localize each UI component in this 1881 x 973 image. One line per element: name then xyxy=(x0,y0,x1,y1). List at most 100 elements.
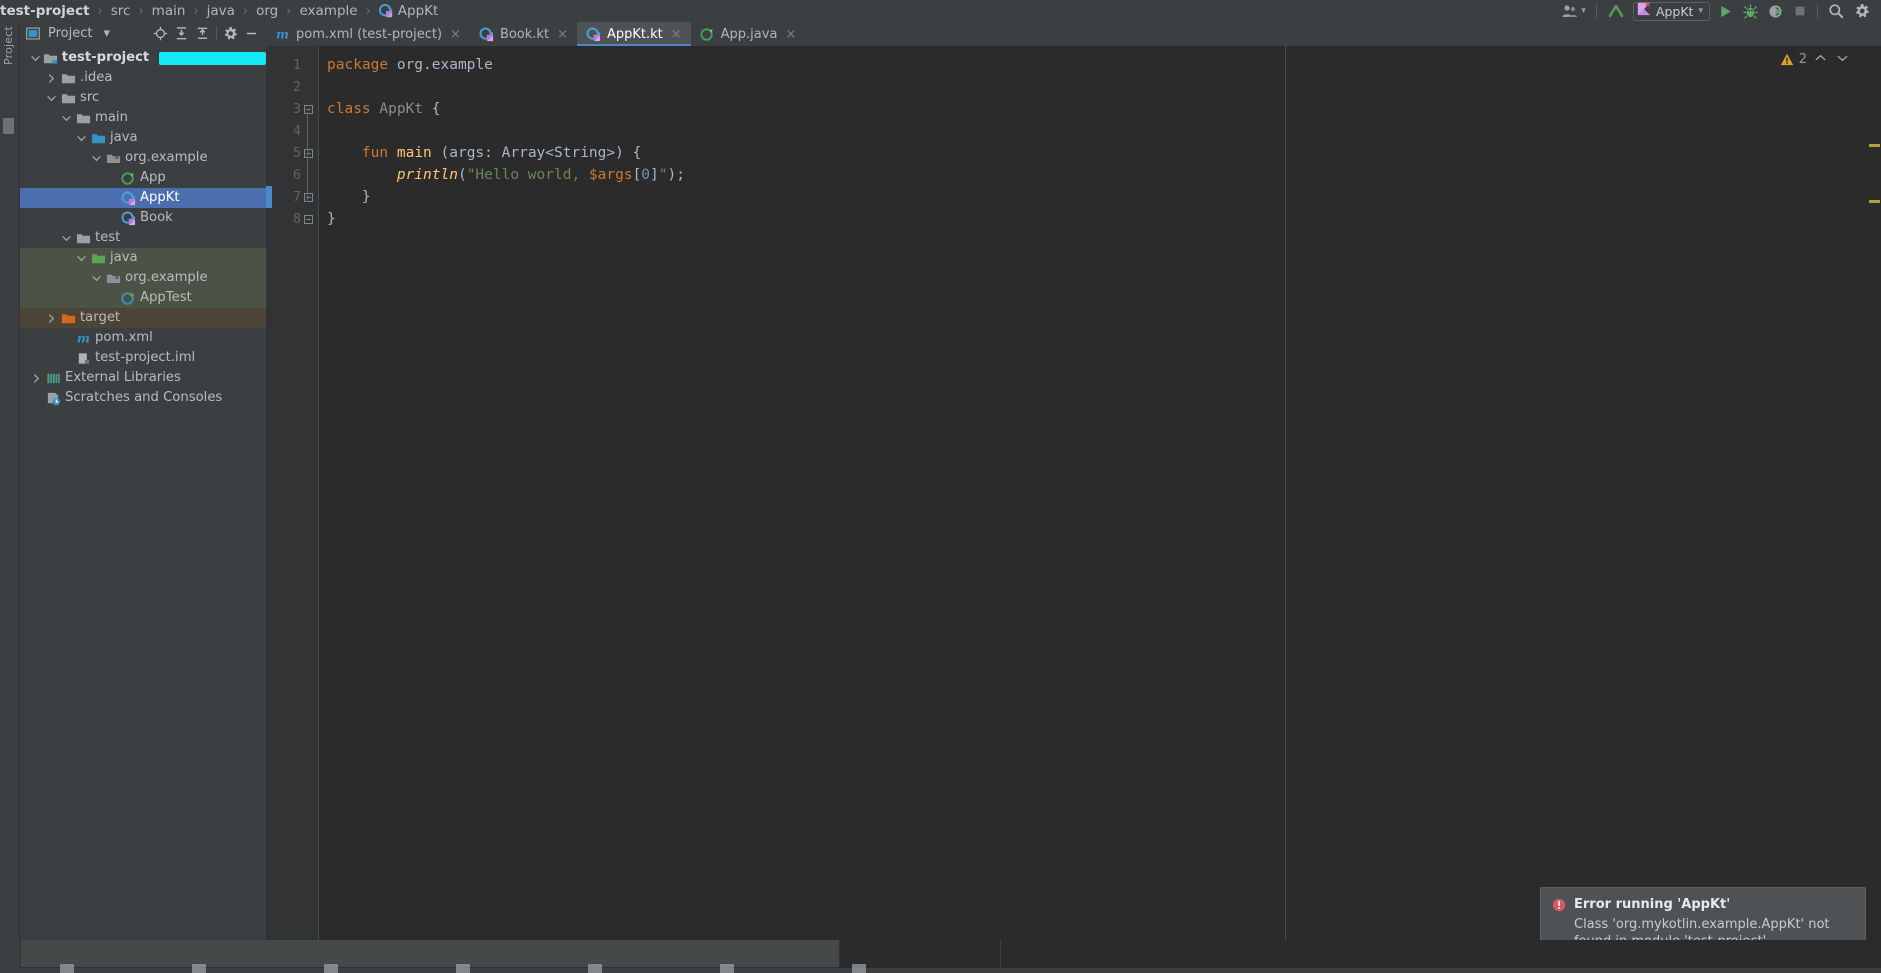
tree-item-idea[interactable]: .idea xyxy=(20,68,266,88)
code-line[interactable]: println("Hello world, $args[0]"); xyxy=(319,164,1881,186)
chevron-down-icon[interactable] xyxy=(28,53,42,64)
code-line[interactable]: class AppKt { xyxy=(319,98,1881,120)
tool-window-icon[interactable] xyxy=(456,964,470,973)
tree-item-org-example[interactable]: org.example xyxy=(20,148,266,168)
left-tool-strip: Project xyxy=(0,22,20,973)
run-with-coverage-button[interactable] xyxy=(1763,1,1788,21)
collapse-all-icon[interactable] xyxy=(192,23,213,43)
breadcrumb-item-example[interactable]: example xyxy=(299,3,357,19)
project-tree[interactable]: test-project .idea src main java org.example A… xyxy=(20,44,266,973)
account-button[interactable]: ▾ xyxy=(1557,1,1591,21)
tool-window-button-project[interactable]: Project xyxy=(2,26,15,65)
bottom-tool-panel-tertiary[interactable] xyxy=(1001,940,1881,968)
breadcrumb-item-main[interactable]: main xyxy=(152,3,186,19)
tree-item-external-libraries[interactable]: External Libraries xyxy=(20,368,266,388)
tool-window-icon[interactable] xyxy=(192,964,206,973)
breadcrumb-item-src[interactable]: src xyxy=(111,3,131,19)
tree-item-main[interactable]: main xyxy=(20,108,266,128)
editor-tab-app-java[interactable]: App.java × xyxy=(691,22,806,46)
chevron-down-icon[interactable]: ▾ xyxy=(103,26,110,41)
caret-line-marker xyxy=(266,186,272,208)
tree-item-test-project[interactable]: test-project xyxy=(20,48,266,68)
debug-button[interactable] xyxy=(1738,1,1763,21)
tree-item-book[interactable]: Book xyxy=(20,208,266,228)
tree-item-java[interactable]: java xyxy=(20,248,266,268)
excluded-folder-icon xyxy=(59,311,77,326)
close-icon[interactable]: × xyxy=(557,27,568,42)
chevron-down-icon[interactable] xyxy=(88,273,104,284)
tree-item-java[interactable]: java xyxy=(20,128,266,148)
chevron-right-icon[interactable] xyxy=(28,373,44,384)
search-everywhere-button[interactable] xyxy=(1823,1,1849,21)
tool-window-icon[interactable] xyxy=(60,964,74,973)
code-fold-toggle[interactable] xyxy=(302,98,314,120)
settings-button[interactable] xyxy=(1849,1,1875,21)
code-fold-toggle[interactable] xyxy=(302,142,314,164)
breadcrumb-label: AppKt xyxy=(397,3,439,19)
editor-tab-pom-xml-test-project[interactable]: m pom.xml (test-project) × xyxy=(266,22,470,46)
tool-window-icon[interactable] xyxy=(852,964,866,973)
warning-marker[interactable] xyxy=(1869,200,1880,203)
tree-item-app[interactable]: App xyxy=(20,168,266,188)
expand-all-icon[interactable] xyxy=(171,23,192,43)
warning-marker[interactable] xyxy=(1869,144,1880,147)
tool-window-icon[interactable] xyxy=(324,964,338,973)
tool-window-icon[interactable] xyxy=(588,964,602,973)
editor-gutter[interactable]: 1 2 3 4 5 6 7 8 xyxy=(266,46,319,973)
chevron-down-icon[interactable] xyxy=(1834,52,1851,67)
run-configuration-selector[interactable]: AppKt ▾ xyxy=(1632,1,1710,21)
editor-text-area[interactable]: package org.example class AppKt { fun ma… xyxy=(319,46,1881,973)
chevron-down-icon[interactable] xyxy=(88,153,104,164)
tree-item-scratches-and-consoles[interactable]: Scratches and Consoles xyxy=(20,388,266,408)
settings-gear-icon[interactable] xyxy=(220,23,241,43)
code-line[interactable]: fun main (args: Array<String>) { xyxy=(319,142,1881,164)
tree-item-target[interactable]: target xyxy=(20,308,266,328)
project-panel-header: Project ▾ xyxy=(20,22,266,44)
chevron-right-icon[interactable] xyxy=(43,73,59,84)
editor-tab-book-kt[interactable]: Book.kt × xyxy=(470,22,577,46)
code-line[interactable]: package org.example xyxy=(319,54,1881,76)
code-line[interactable]: } xyxy=(319,208,1881,230)
hide-minimize-icon[interactable] xyxy=(241,23,262,43)
code-line[interactable] xyxy=(319,76,1881,98)
inspection-widget[interactable]: 2 xyxy=(1780,52,1851,67)
chevron-right-icon[interactable] xyxy=(43,313,59,324)
editor-tab-bar[interactable]: m pom.xml (test-project) × Book.kt × AppKt.kt… xyxy=(266,22,1881,46)
editor-marker-scrollbar[interactable] xyxy=(1868,46,1881,973)
chevron-down-icon[interactable] xyxy=(43,93,59,104)
breadcrumb-item-java[interactable]: java xyxy=(207,3,235,19)
breadcrumb-item-org[interactable]: org xyxy=(256,3,278,19)
tool-window-icon[interactable] xyxy=(720,964,734,973)
stop-button[interactable] xyxy=(1788,1,1812,21)
line-number: 7 xyxy=(292,189,301,205)
code-line[interactable] xyxy=(319,120,1881,142)
close-icon[interactable]: × xyxy=(671,27,682,42)
tree-item-src[interactable]: src xyxy=(20,88,266,108)
tree-item-test-project-iml[interactable]: test-project.iml xyxy=(20,348,266,368)
run-button[interactable] xyxy=(1713,1,1738,21)
run-config-label: AppKt xyxy=(1655,3,1694,19)
chevron-down-icon[interactable] xyxy=(73,253,89,264)
chevron-down-icon[interactable] xyxy=(58,233,74,244)
breadcrumb-label: test-project xyxy=(0,3,90,19)
code-fold-toggle[interactable] xyxy=(302,208,314,230)
editor-tab-appkt-kt[interactable]: AppKt.kt × xyxy=(576,22,691,46)
tree-item-org-example[interactable]: org.example xyxy=(20,268,266,288)
tool-window-chip[interactable] xyxy=(3,118,14,134)
code-line[interactable]: } xyxy=(319,186,1881,208)
tree-item-appkt[interactable]: AppKt xyxy=(20,188,266,208)
vcs-update-button[interactable] xyxy=(1602,1,1630,21)
code-editor[interactable]: 1 2 3 4 5 6 7 8 package org.example class AppKt… xyxy=(266,46,1881,973)
tree-item-apptest[interactable]: AppTest xyxy=(20,288,266,308)
breadcrumb-item-appkt[interactable]: AppKt xyxy=(378,3,439,19)
code-fold-toggle[interactable] xyxy=(302,186,314,208)
tree-item-test[interactable]: test xyxy=(20,228,266,248)
chevron-up-icon[interactable] xyxy=(1812,52,1829,67)
locate-target-icon[interactable] xyxy=(150,23,171,43)
breadcrumb-item-project[interactable]: test-project xyxy=(0,3,90,19)
tree-item-pom-xml[interactable]: m pom.xml xyxy=(20,328,266,348)
chevron-down-icon[interactable] xyxy=(73,133,89,144)
close-icon[interactable]: × xyxy=(785,27,796,42)
close-icon[interactable]: × xyxy=(450,27,461,42)
chevron-down-icon[interactable] xyxy=(58,113,74,124)
